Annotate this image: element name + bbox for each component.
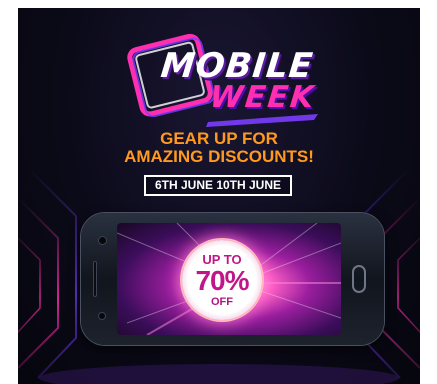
phone-speaker — [93, 261, 97, 297]
headline-line-2: AMAZING DISCOUNTS! — [124, 147, 314, 166]
phone-home-button — [352, 265, 366, 293]
discount-suffix: OFF — [211, 296, 233, 308]
sale-dates: 6TH JUNE 10TH JUNE — [144, 175, 292, 196]
phone-sensor — [99, 313, 105, 319]
discount-badge: UP TO 70% OFF — [182, 240, 262, 320]
headline-line-1: GEAR UP FOR — [160, 129, 278, 148]
mobile-week-banner[interactable]: MOBILE WEEK GEAR UP FOR AMAZING DISCOUNT… — [18, 8, 420, 384]
phone-camera — [99, 237, 106, 244]
logo-word-week: WEEK — [208, 80, 318, 115]
discount-percent: 70% — [195, 265, 249, 296]
